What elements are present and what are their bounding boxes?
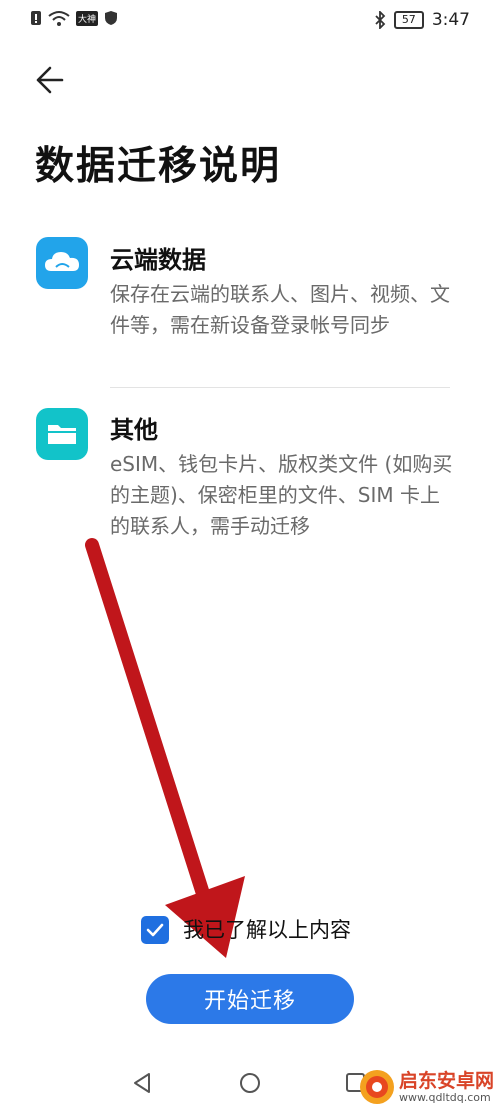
status-bar: 大神 57 3:47 — [0, 0, 500, 42]
nav-home-icon[interactable] — [239, 1072, 261, 1094]
item-desc-cloud: 保存在云端的联系人、图片、视频、文件等，需在新设备登录帐号同步 — [110, 282, 450, 337]
item-desc-other: eSIM、钱包卡片、版权类文件 (如购买的主题)、保密柜里的文件、SIM 卡上的… — [110, 452, 453, 538]
watermark-text-block: 启东安卓网 www.qdltdq.com — [399, 1071, 494, 1104]
cloud-icon — [36, 237, 88, 289]
list-item-other — [36, 408, 88, 460]
agree-label[interactable]: 我已了解以上内容 — [183, 914, 351, 944]
agree-checkbox[interactable] — [141, 916, 169, 944]
back-button[interactable] — [32, 60, 72, 100]
item-title-other: 其他 — [110, 416, 158, 444]
wifi-icon — [48, 11, 70, 26]
start-migration-button[interactable]: 开始迁移 — [146, 974, 354, 1024]
check-icon — [146, 923, 164, 937]
alert-icon — [31, 11, 41, 25]
page-title: 数据迁移说明 — [35, 144, 282, 189]
item-title-cloud: 云端数据 — [110, 246, 206, 274]
carrier-badge: 大神 — [76, 10, 99, 26]
nav-back-icon[interactable] — [132, 1072, 154, 1094]
status-right: 57 3:47 — [374, 10, 470, 30]
bluetooth-icon — [375, 11, 386, 29]
watermark-name: 启东安卓网 — [398, 1069, 494, 1092]
status-left-icons: 大神 — [30, 10, 118, 26]
arrow-left-icon — [36, 66, 64, 94]
divider — [110, 387, 450, 388]
clock: 3:47 — [431, 10, 470, 30]
watermark-logo — [359, 1070, 394, 1104]
folder-icon — [36, 408, 88, 460]
battery-indicator: 57 — [393, 11, 424, 29]
shield-icon — [105, 11, 118, 25]
list-item-cloud-data — [36, 237, 88, 289]
watermark: 启东安卓网 www.qdltdq.com — [359, 1069, 494, 1105]
watermark-url: www.qdltdq.com — [398, 1090, 491, 1104]
